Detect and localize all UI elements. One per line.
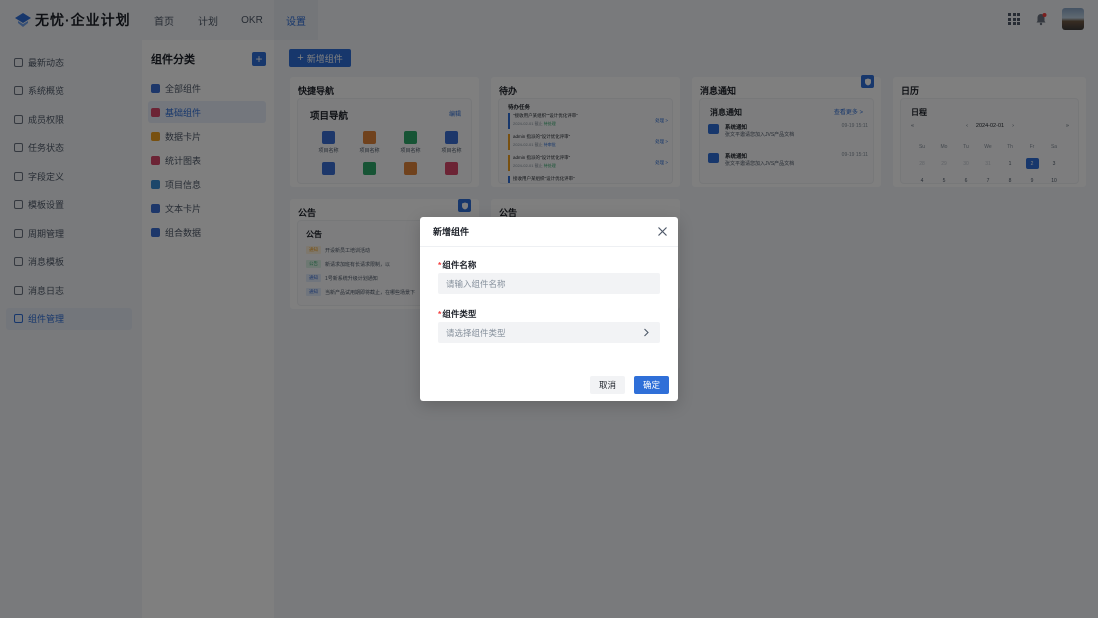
dialog-title: 新增组件 — [433, 227, 470, 237]
cancel-button[interactable]: 取消 — [590, 376, 625, 394]
confirm-button[interactable]: 确定 — [634, 376, 669, 394]
dialog-header: 新增组件 — [420, 217, 678, 247]
close-icon[interactable] — [657, 226, 668, 237]
chevron-right-icon — [642, 328, 650, 337]
component-type-select[interactable]: 请选择组件类型 — [438, 322, 660, 343]
component-name-input[interactable] — [438, 273, 660, 294]
component-name-label: *组件名称 — [438, 260, 477, 270]
component-type-label: *组件类型 — [438, 309, 477, 319]
component-type-placeholder: 请选择组件类型 — [446, 327, 506, 338]
new-component-dialog: 新增组件 *组件名称 *组件类型 请选择组件类型 取消 确定 — [420, 217, 678, 401]
